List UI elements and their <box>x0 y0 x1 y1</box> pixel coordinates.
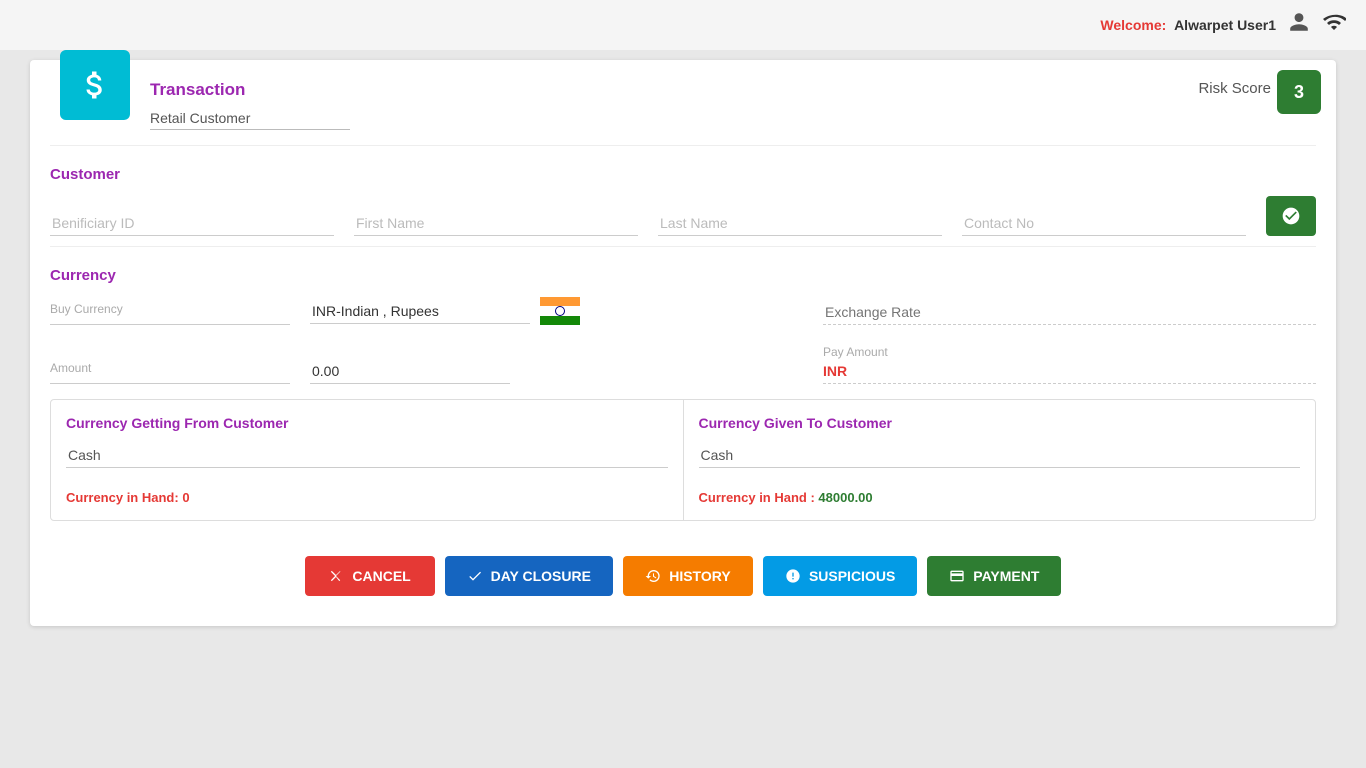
cancel-label: CANCEL <box>352 568 410 584</box>
buy-currency-row: Buy Currency <box>30 292 1336 335</box>
india-flag <box>540 297 580 325</box>
customer-section-title: Customer <box>30 156 1336 191</box>
currency-from-in-hand: Currency in Hand: 0 <box>66 490 668 505</box>
amount-underline <box>50 379 290 384</box>
transaction-icon <box>60 50 130 120</box>
last-name-group <box>658 211 942 236</box>
buy-currency-label-group: Buy Currency <box>50 302 290 325</box>
currency-to-in-hand: Currency in Hand : 48000.00 <box>699 490 1301 505</box>
divider1 <box>50 145 1316 146</box>
cancel-button[interactable]: CANCEL <box>305 556 435 596</box>
risk-score-badge: 3 <box>1277 70 1321 114</box>
action-buttons: CANCEL DAY CLOSURE HISTORY SUSPICIOUS PA… <box>30 541 1336 606</box>
exchange-rate-input[interactable] <box>823 300 1316 325</box>
currency-from-box: Currency Getting From Customer Currency … <box>51 400 684 520</box>
user-icon <box>1288 11 1310 39</box>
first-name-input[interactable] <box>354 211 638 236</box>
pay-amount-value: INR <box>823 363 1316 384</box>
currency-boxes: Currency Getting From Customer Currency … <box>50 399 1316 521</box>
amount-label-group: Amount <box>50 361 290 384</box>
search-customer-button[interactable] <box>1266 196 1316 236</box>
history-label: HISTORY <box>669 568 730 584</box>
payment-button[interactable]: PAYMENT <box>927 556 1061 596</box>
currency-select-wrap <box>310 297 803 325</box>
customer-form-row <box>30 191 1336 246</box>
customer-type-wrap: Retail Customer <box>30 105 1336 145</box>
currency-to-box: Currency Given To Customer Currency in H… <box>684 400 1316 520</box>
beneficiary-id-input[interactable] <box>50 211 334 236</box>
flag-mid-stripe <box>540 306 580 316</box>
amount-label: Amount <box>50 361 290 375</box>
exchange-rate-group <box>823 300 1316 325</box>
buy-currency-label: Buy Currency <box>50 302 290 316</box>
amount-row: Amount Pay Amount INR <box>30 335 1336 399</box>
currency-section-title: Currency <box>30 257 1336 292</box>
top-bar: Welcome: Alwarpet User1 <box>0 0 1366 50</box>
from-in-hand-label: Currency in Hand: <box>66 490 179 505</box>
to-in-hand-value: 48000.00 <box>818 490 872 505</box>
wifi-icon <box>1322 10 1346 40</box>
buy-currency-input[interactable] <box>310 299 530 324</box>
buy-currency-underline <box>50 320 290 325</box>
day-closure-button[interactable]: DAY CLOSURE <box>445 556 613 596</box>
currency-from-cash-input[interactable] <box>66 443 668 468</box>
flag-top-stripe <box>540 297 580 306</box>
pay-amount-label: Pay Amount <box>823 345 1316 359</box>
welcome-text: Welcome: Alwarpet User1 <box>1100 17 1276 33</box>
currency-from-title: Currency Getting From Customer <box>66 415 668 431</box>
username: Alwarpet User1 <box>1174 17 1276 33</box>
contact-no-group <box>962 211 1246 236</box>
flag-bottom-stripe <box>540 316 580 325</box>
customer-type: Retail Customer <box>150 110 350 130</box>
suspicious-button[interactable]: SUSPICIOUS <box>763 556 917 596</box>
ashoka-chakra <box>555 306 565 316</box>
last-name-input[interactable] <box>658 211 942 236</box>
amount-input[interactable] <box>310 359 510 384</box>
day-closure-label: DAY CLOSURE <box>491 568 591 584</box>
divider2 <box>50 246 1316 247</box>
contact-no-input[interactable] <box>962 211 1246 236</box>
from-in-hand-value: 0 <box>182 490 189 505</box>
to-in-hand-label: Currency in Hand : <box>699 490 815 505</box>
pay-amount-group: Pay Amount INR <box>823 345 1316 384</box>
first-name-group <box>354 211 638 236</box>
welcome-prefix: Welcome: <box>1100 17 1166 33</box>
main-container: Risk Score 3 Transaction Retail Customer… <box>30 60 1336 626</box>
transaction-title: Transaction <box>30 60 1336 105</box>
currency-to-title: Currency Given To Customer <box>699 415 1301 431</box>
suspicious-label: SUSPICIOUS <box>809 568 895 584</box>
beneficiary-id-group <box>50 211 334 236</box>
risk-score-label: Risk Score <box>1198 80 1271 97</box>
history-button[interactable]: HISTORY <box>623 556 753 596</box>
payment-label: PAYMENT <box>973 568 1039 584</box>
currency-to-cash-input[interactable] <box>699 443 1301 468</box>
amount-value-wrap <box>310 359 803 384</box>
